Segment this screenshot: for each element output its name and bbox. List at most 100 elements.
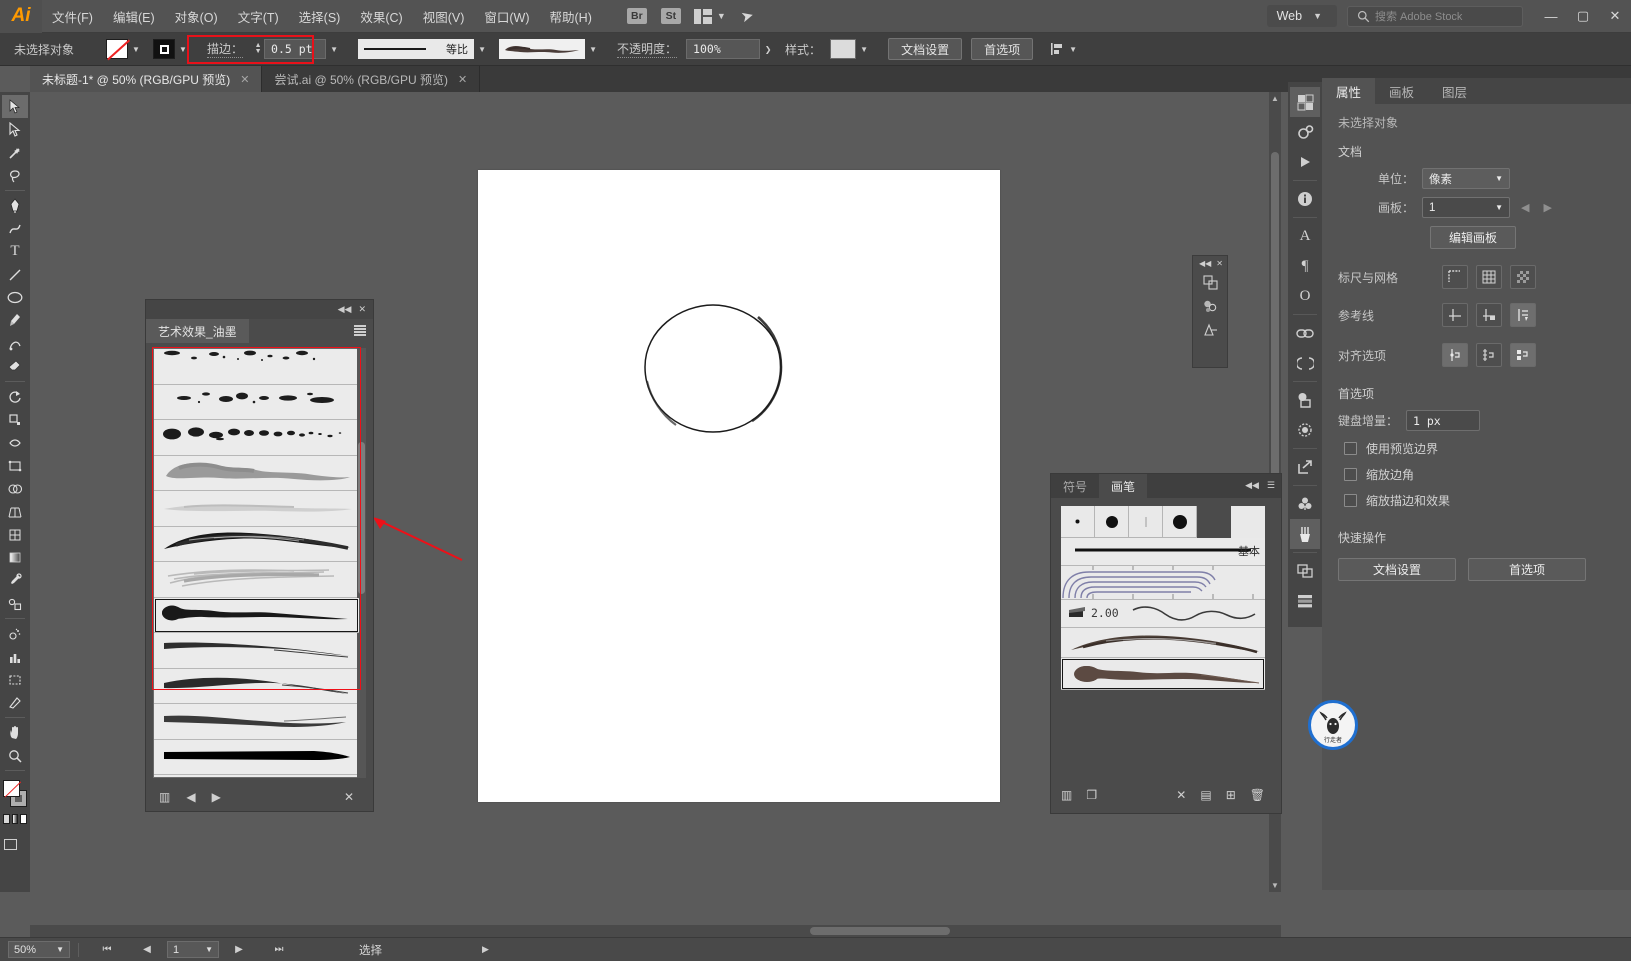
- menu-effect[interactable]: 效果(C): [350, 0, 412, 33]
- rotate-tool[interactable]: [2, 385, 28, 408]
- align-chevron-down-icon[interactable]: ▼: [1065, 39, 1081, 59]
- menu-edit[interactable]: 编辑(E): [103, 0, 165, 33]
- menu-window[interactable]: 窗口(W): [474, 0, 539, 33]
- collapse-icon[interactable]: ◀◀: [1199, 259, 1211, 268]
- transform-icon[interactable]: [1193, 270, 1227, 294]
- discover-icon[interactable]: ➤: [739, 6, 756, 27]
- variable-width-profile[interactable]: 等比: [358, 39, 475, 59]
- paragraph-icon[interactable]: ¶: [1290, 251, 1320, 281]
- brush-art-ink-blob[interactable]: [1061, 658, 1265, 690]
- curvature-tool[interactable]: [2, 217, 28, 240]
- fill-swatch[interactable]: [106, 39, 129, 59]
- stroke-weight-chevron-down-icon[interactable]: ▼: [326, 39, 342, 59]
- quick-action-document-setup[interactable]: 文档设置: [1338, 558, 1456, 581]
- symbols-icon[interactable]: [1290, 489, 1320, 519]
- brush-pattern[interactable]: [1061, 566, 1265, 600]
- close-button[interactable]: ✕: [1599, 0, 1631, 33]
- transparency-icon[interactable]: [1290, 415, 1320, 445]
- zoom-level-input[interactable]: 50% ▼: [8, 941, 70, 958]
- shaper-tool[interactable]: [2, 332, 28, 355]
- menu-select[interactable]: 选择(S): [289, 0, 351, 33]
- brush-definition-preview[interactable]: [499, 39, 586, 59]
- artboard[interactable]: [478, 170, 1000, 802]
- bridge-icon[interactable]: Br: [626, 8, 647, 24]
- selection-tool[interactable]: [2, 95, 28, 118]
- swatches-icon[interactable]: [1193, 318, 1227, 342]
- previous-artboard-button[interactable]: ◀: [127, 941, 167, 958]
- scrollbar-thumb[interactable]: [358, 442, 365, 594]
- snap-to-pixel-icon[interactable]: [1510, 343, 1536, 367]
- stroke-weight-stepper[interactable]: ▲ ▼: [252, 39, 264, 59]
- export-icon[interactable]: [1290, 452, 1320, 482]
- drawn-circle-path[interactable]: [640, 301, 786, 437]
- paintbrush-tool[interactable]: [2, 309, 28, 332]
- next-artboard-icon[interactable]: ▶: [1540, 201, 1554, 214]
- collapsed-panel-dock[interactable]: ◀◀ ✕: [1192, 255, 1228, 368]
- pen-tool[interactable]: [2, 194, 28, 217]
- first-artboard-button[interactable]: ⏮: [87, 941, 127, 958]
- delete-brush-icon[interactable]: 🗑: [1250, 788, 1265, 802]
- stroke-swatch[interactable]: [153, 39, 176, 59]
- ink-brush-dots[interactable]: [154, 420, 359, 456]
- next-artboard-button[interactable]: ▶: [219, 941, 259, 958]
- column-graph-tool[interactable]: [2, 645, 28, 668]
- brush-bristle[interactable]: 2.00: [1061, 600, 1265, 628]
- artboard-tool[interactable]: [2, 668, 28, 691]
- quick-action-preferences[interactable]: 首选项: [1468, 558, 1586, 581]
- checkbox-box[interactable]: [1344, 468, 1357, 481]
- tab-symbols[interactable]: 符号: [1051, 474, 1099, 498]
- artboard-select[interactable]: 1 ▼: [1422, 197, 1510, 218]
- free-transform-tool[interactable]: [2, 454, 28, 477]
- align-objects-icon[interactable]: [1049, 41, 1065, 57]
- document-tab-2[interactable]: 尝试.ai @ 50% (RGB/GPU 预览) ✕: [262, 66, 481, 92]
- ink-brush-dry-light[interactable]: [154, 562, 359, 598]
- panel-menu-icon[interactable]: [354, 325, 366, 336]
- options-of-selected-object-icon[interactable]: ▤: [1200, 788, 1211, 802]
- opacity-label[interactable]: 不透明度：: [617, 40, 678, 58]
- previous-artboard-icon[interactable]: ◀: [1518, 201, 1532, 214]
- none-button[interactable]: [20, 814, 28, 824]
- ink-brush-splatter-2[interactable]: [154, 384, 359, 420]
- arrange-chevron-down-icon[interactable]: ▼: [717, 11, 726, 21]
- collapse-icon[interactable]: ◀◀: [338, 304, 352, 315]
- maximize-button[interactable]: ▢: [1567, 0, 1599, 33]
- color-guide-icon[interactable]: [1193, 294, 1227, 318]
- last-artboard-button[interactable]: ⏭: [259, 941, 299, 958]
- ink-brush-faint-wash[interactable]: [154, 491, 359, 527]
- brush-art-rough[interactable]: [1061, 628, 1265, 658]
- ink-brush-solid-taper-2[interactable]: [154, 775, 359, 777]
- checkbox-scale-corners[interactable]: 缩放边角: [1344, 466, 1631, 483]
- tab-properties[interactable]: 属性: [1322, 78, 1376, 104]
- change-screen-mode[interactable]: [4, 836, 26, 854]
- close-icon[interactable]: ✕: [1216, 259, 1223, 268]
- ink-brush-solid-taper-1[interactable]: [154, 739, 359, 775]
- play-icon[interactable]: [1290, 147, 1320, 177]
- style-chevron-down-icon[interactable]: ▼: [856, 39, 872, 59]
- unit-select[interactable]: 像素 ▼: [1422, 168, 1510, 189]
- ink-brush-list[interactable]: [153, 348, 360, 778]
- artistic-ink-panel[interactable]: ◀◀ ✕ 艺术效果_油墨 ▥ ◀ ▶ ✕: [145, 299, 374, 812]
- brush-chevron-down-icon[interactable]: ▼: [585, 39, 601, 59]
- ink-brush-splatter-1[interactable]: [154, 349, 359, 385]
- menu-file[interactable]: 文件(F): [42, 0, 103, 33]
- width-tool[interactable]: [2, 431, 28, 454]
- ink-brush-stroke-1[interactable]: [154, 633, 359, 669]
- artboards-icon[interactable]: [1290, 556, 1320, 586]
- close-icon[interactable]: ✕: [240, 73, 249, 86]
- new-brush-icon[interactable]: ⊞: [1226, 788, 1236, 802]
- brushes-icon[interactable]: [1290, 519, 1320, 549]
- stroke-weight-label[interactable]: 描边：: [207, 40, 244, 58]
- workspace-switcher[interactable]: Web ▼: [1266, 5, 1337, 27]
- links-icon[interactable]: [1290, 318, 1320, 348]
- brush-libraries-icon[interactable]: ▥: [1061, 788, 1072, 802]
- checkbox-box[interactable]: [1344, 442, 1357, 455]
- remove-brush-stroke-icon[interactable]: ✕: [1176, 788, 1186, 802]
- scrollbar-thumb[interactable]: [810, 927, 950, 935]
- show-rulers-icon[interactable]: [1442, 265, 1468, 289]
- symbol-sprayer-tool[interactable]: [2, 622, 28, 645]
- document-setup-button[interactable]: 文档设置: [888, 38, 963, 60]
- zoom-tool[interactable]: [2, 744, 28, 767]
- type-tool[interactable]: T: [2, 240, 28, 263]
- ink-brush-stroke-3[interactable]: [154, 704, 359, 740]
- minimize-button[interactable]: —: [1535, 0, 1567, 33]
